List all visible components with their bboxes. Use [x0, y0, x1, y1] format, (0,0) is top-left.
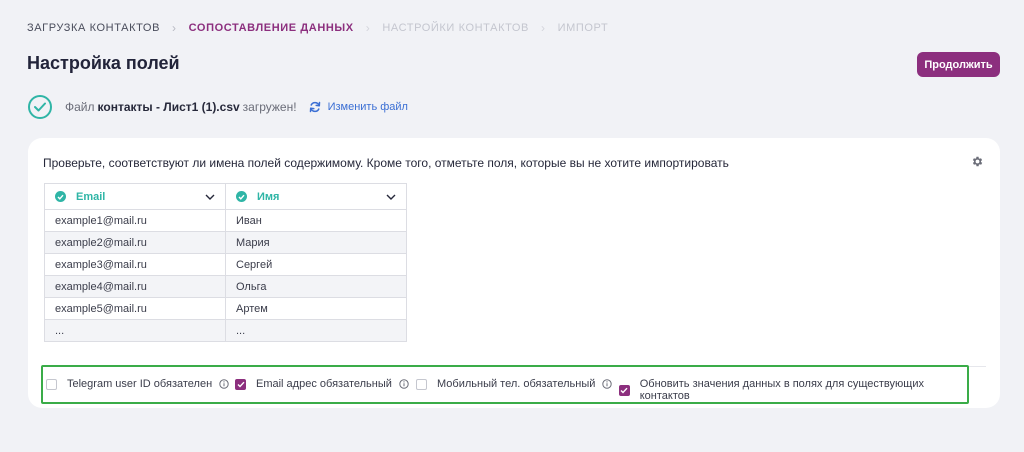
page-title: Настройка полей	[27, 53, 180, 73]
info-icon[interactable]	[219, 379, 229, 389]
check-icon	[55, 191, 66, 202]
breadcrumb-step-settings: Настройки контактов	[382, 22, 529, 34]
phone-required-option[interactable]: Мобильный тел. обязательный	[416, 378, 613, 390]
table-row: ... ...	[44, 319, 407, 342]
gear-icon[interactable]	[971, 155, 984, 168]
option-label: Обновить значения данных в полях для сущ…	[639, 378, 924, 402]
option-label: Telegram user ID обязателен	[67, 378, 213, 390]
table-cell: Ольга	[225, 275, 407, 298]
column-header-label: Email	[76, 190, 106, 203]
table-cell: example4@mail.ru	[44, 275, 226, 298]
update-existing-option[interactable]: Обновить значения данных в полях для сущ…	[619, 378, 967, 402]
chevron-down-icon[interactable]	[205, 194, 215, 200]
table-cell: example2@mail.ru	[44, 231, 226, 254]
column-header-label: Имя	[257, 190, 280, 203]
option-label: Мобильный тел. обязательный	[437, 378, 596, 390]
info-icon[interactable]	[602, 379, 613, 389]
column-header-name[interactable]: Имя	[225, 183, 407, 210]
table-cell: Сергей	[225, 253, 407, 276]
email-required-checkbox[interactable]	[235, 378, 246, 390]
telegram-required-checkbox[interactable]	[46, 378, 57, 390]
table-row: example3@mail.ru Сергей	[44, 253, 407, 276]
column-header-email[interactable]: Email	[44, 183, 226, 210]
preview-table: Email Имя example1@mail.ru Иван example2…	[44, 183, 407, 342]
table-cell: example1@mail.ru	[44, 209, 226, 232]
table-cell: Мария	[225, 231, 407, 254]
card-hint: Проверьте, соответствуют ли имена полей …	[43, 156, 729, 170]
telegram-required-option[interactable]: Telegram user ID обязателен	[46, 378, 229, 390]
table-cell: example3@mail.ru	[44, 253, 226, 276]
file-status-prefix: Файл	[65, 100, 95, 114]
table-row: example4@mail.ru Ольга	[44, 275, 407, 298]
table-cell: ...	[225, 319, 407, 342]
table-cell: example5@mail.ru	[44, 297, 226, 320]
email-required-option[interactable]: Email адрес обязательный	[235, 378, 409, 390]
import-options: Telegram user ID обязателен Email адрес …	[41, 365, 969, 404]
update-existing-checkbox[interactable]	[619, 384, 630, 396]
breadcrumb-step-import: Импорт	[557, 22, 609, 34]
continue-button[interactable]: Продолжить	[917, 52, 1000, 77]
info-icon[interactable]	[399, 379, 409, 389]
breadcrumb-step-mapping: Сопоставление данных	[188, 22, 354, 34]
table-row: example1@mail.ru Иван	[44, 209, 407, 232]
breadcrumb-separator: ›	[365, 21, 371, 35]
file-name: контакты - Лист1 (1).csv	[97, 100, 240, 114]
check-circle-icon	[28, 95, 52, 119]
file-status-suffix: загружен!	[242, 100, 297, 114]
table-row: example5@mail.ru Артем	[44, 297, 407, 320]
table-cell: ...	[44, 319, 226, 342]
chevron-down-icon[interactable]	[386, 194, 396, 200]
table-cell: Артем	[225, 297, 407, 320]
table-row: example2@mail.ru Мария	[44, 231, 407, 254]
breadcrumb-step-upload[interactable]: Загрузка контактов	[27, 22, 160, 34]
refresh-icon[interactable]	[309, 101, 321, 113]
table-cell: Иван	[225, 209, 407, 232]
breadcrumb-separator: ›	[172, 21, 177, 35]
breadcrumb: Загрузка контактов › Сопоставление данны…	[27, 21, 608, 35]
option-label: Email адрес обязательный	[256, 378, 392, 390]
phone-required-checkbox[interactable]	[416, 378, 427, 390]
change-file-link[interactable]: Изменить файл	[328, 101, 408, 113]
file-status: Файл контакты - Лист1 (1).csv загружен! …	[28, 95, 408, 119]
check-icon	[236, 191, 247, 202]
breadcrumb-separator: ›	[541, 21, 546, 35]
